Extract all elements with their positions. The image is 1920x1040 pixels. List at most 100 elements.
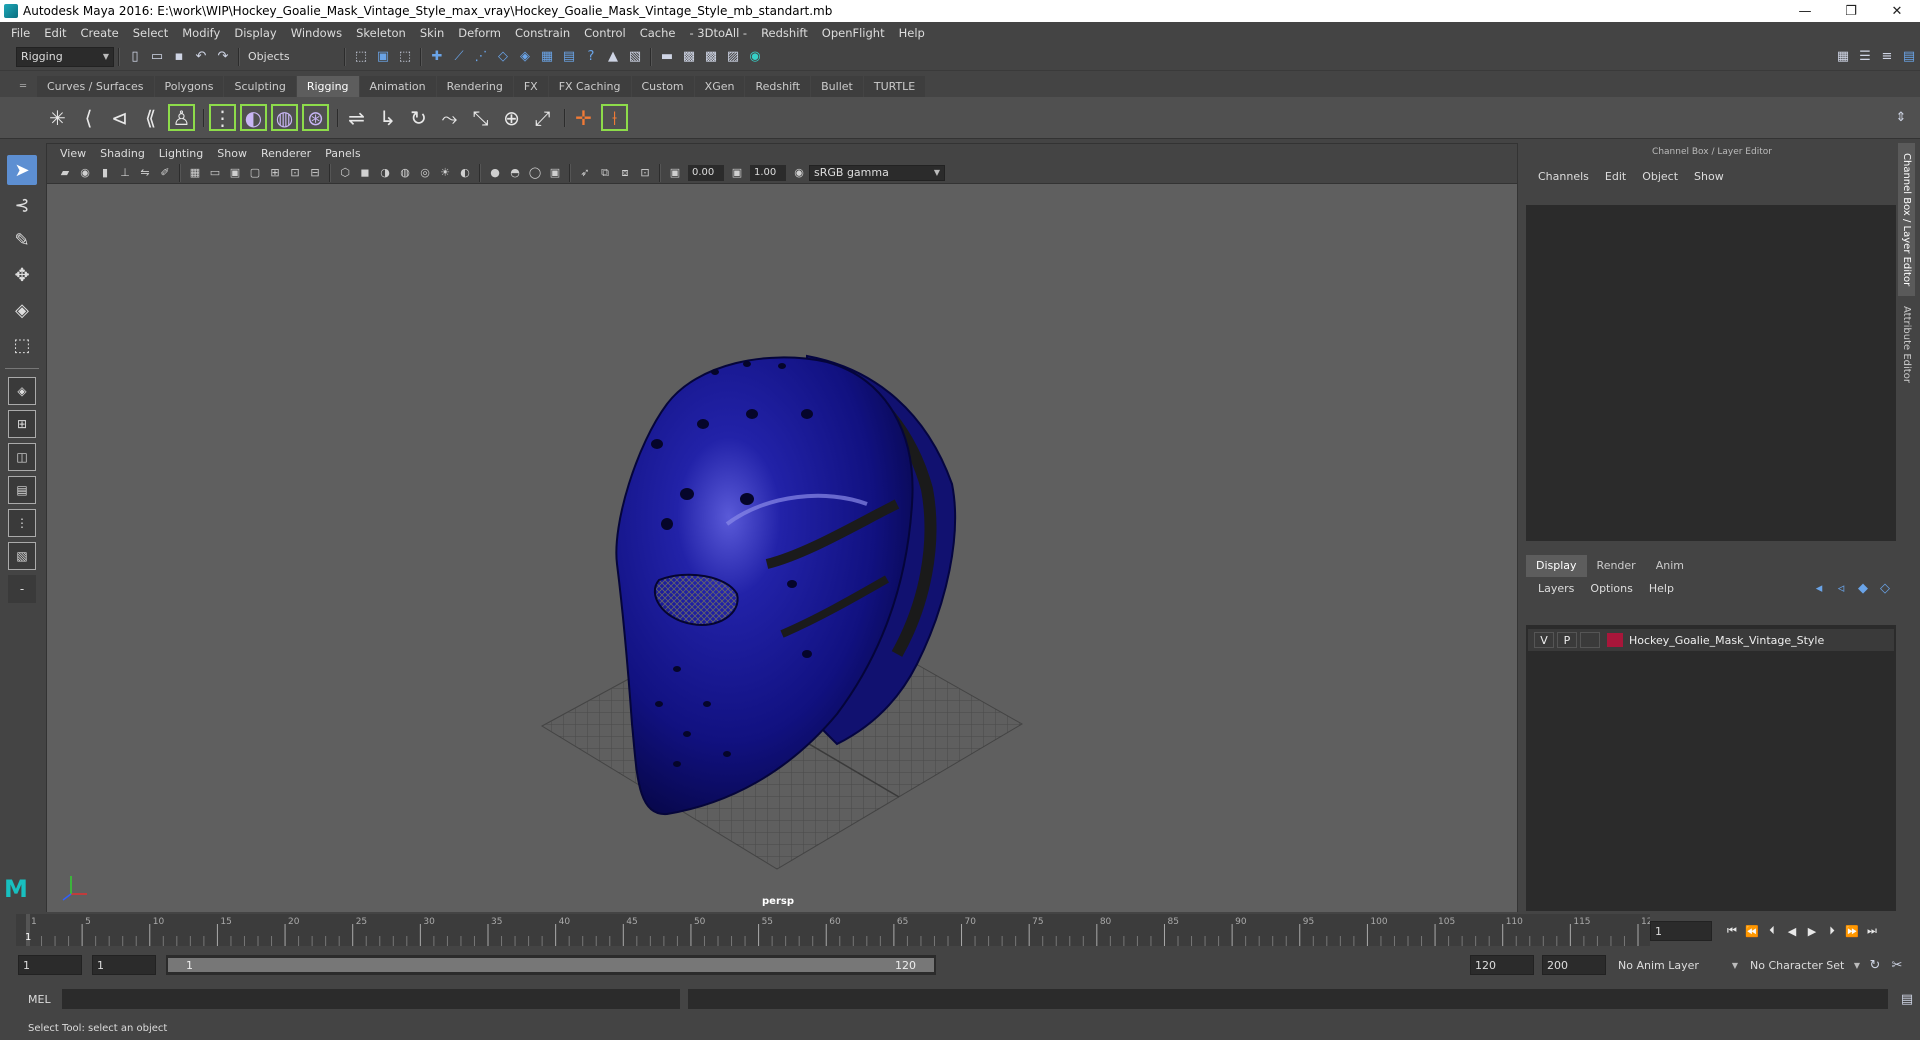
exposure-field[interactable]: 0.00 <box>688 164 724 181</box>
grid-icon[interactable]: ▦ <box>187 165 203 181</box>
menu-create[interactable]: Create <box>74 26 126 40</box>
tab-anim[interactable]: Anim <box>1646 555 1694 577</box>
menu-help[interactable]: Help <box>892 26 932 40</box>
side-tab-channel-box[interactable]: Channel Box / Layer Editor <box>1898 143 1915 297</box>
depth-of-field-icon[interactable]: ◯ <box>527 165 543 181</box>
gate-mask-icon[interactable]: ▢ <box>247 165 263 181</box>
layer-menu-layers[interactable]: Layers <box>1530 582 1582 595</box>
color-space-dropdown[interactable]: sRGB gamma ▼ <box>809 164 945 181</box>
layout-options-icon[interactable]: - <box>8 575 36 603</box>
hypershade-layout-icon[interactable]: ▧ <box>8 542 36 570</box>
gamma-field[interactable]: 1.00 <box>750 164 786 181</box>
new-layer-selected-icon[interactable]: ◇ <box>1876 579 1894 597</box>
current-frame-field[interactable]: 1 <box>1650 921 1712 941</box>
persp-graph-layout-icon[interactable]: ⋮ <box>8 509 36 537</box>
menu-modify[interactable]: Modify <box>175 26 227 40</box>
shelf-scroll-icon[interactable]: ⇕ <box>1892 109 1910 127</box>
joint-tool-icon[interactable]: ✳ <box>44 104 71 131</box>
safe-title-icon[interactable]: ⊟ <box>307 165 323 181</box>
menu-constrain[interactable]: Constrain <box>508 26 577 40</box>
scale-constraint-icon[interactable]: ⤡ <box>467 104 494 131</box>
menu-windows[interactable]: Windows <box>284 26 349 40</box>
menu-edit[interactable]: Edit <box>37 26 73 40</box>
auto-key-icon[interactable]: ↻ <box>1866 956 1884 974</box>
safe-action-icon[interactable]: ⊡ <box>287 165 303 181</box>
playback-end-field[interactable]: 120 <box>1470 955 1534 975</box>
pole-vector-icon[interactable]: ⊕ <box>498 104 525 131</box>
step-back-frame-icon[interactable]: ⏴ <box>1762 921 1782 941</box>
tab-rendering[interactable]: Rendering <box>436 76 513 97</box>
viewport-menu-lighting[interactable]: Lighting <box>152 147 210 160</box>
channel-box-area[interactable] <box>1526 205 1896 541</box>
viewport-menu-panels[interactable]: Panels <box>318 147 367 160</box>
menu-skeleton[interactable]: Skeleton <box>349 26 413 40</box>
side-by-side-layout-icon[interactable]: ◫ <box>8 443 36 471</box>
mirror-joint-icon[interactable]: ⟪ <box>137 104 164 131</box>
ipr-render-icon[interactable]: ▩ <box>702 48 720 66</box>
side-tab-attribute-editor[interactable]: Attribute Editor <box>1898 296 1915 393</box>
ik-handle-icon[interactable]: ⟨ <box>75 104 102 131</box>
bookmark-icon[interactable]: ▮ <box>97 165 113 181</box>
film-gate-icon[interactable]: ▭ <box>207 165 223 181</box>
animation-preferences-icon[interactable]: ✂ <box>1888 956 1906 974</box>
quick-rig-icon[interactable]: ♙ <box>168 104 195 131</box>
layer-display-type-toggle[interactable] <box>1580 632 1600 648</box>
anim-layer-dropdown[interactable]: No Anim Layer ▼ <box>1614 955 1742 975</box>
cb-menu-show[interactable]: Show <box>1686 170 1732 183</box>
select-component-icon[interactable]: ⬚ <box>396 48 414 66</box>
tab-animation[interactable]: Animation <box>359 76 436 97</box>
field-chart-icon[interactable]: ⊞ <box>267 165 283 181</box>
tab-custom[interactable]: Custom <box>631 76 694 97</box>
range-slider-handle[interactable] <box>168 958 934 972</box>
snap-bbox-icon[interactable]: ▦ <box>538 48 556 66</box>
layer-color-swatch[interactable] <box>1607 633 1623 647</box>
exposure-icon[interactable]: ▣ <box>667 165 683 181</box>
script-editor-icon[interactable]: ▤ <box>1898 990 1916 1008</box>
render-frame-icon[interactable]: ▩ <box>680 48 698 66</box>
snap-view-plane-icon[interactable]: ◇ <box>494 48 512 66</box>
go-to-end-icon[interactable]: ⏭ <box>1862 921 1882 941</box>
modeling-toolkit-icon[interactable]: ☰ <box>1856 48 1874 66</box>
cluster-icon[interactable]: ⊛ <box>302 104 329 131</box>
select-object-icon[interactable]: ▣ <box>374 48 392 66</box>
locator-icon[interactable]: ✛ <box>570 104 597 131</box>
new-scene-icon[interactable]: ▯ <box>126 48 144 66</box>
snap-bbox2-icon[interactable]: ▤ <box>560 48 578 66</box>
layer-row[interactable]: V P Hockey_Goalie_Mask_Vintage_Style <box>1528 629 1894 651</box>
new-layer-icon[interactable]: ◆ <box>1854 579 1872 597</box>
single-pane-layout-icon[interactable]: ◈ <box>8 377 36 405</box>
xray-icon[interactable]: ➶ <box>577 165 593 181</box>
lasso-tool-icon[interactable]: ⊰ <box>7 190 37 220</box>
input-output-icon[interactable]: ▧ <box>626 48 644 66</box>
character-set-dropdown[interactable]: No Character Set ▼ <box>1746 955 1864 975</box>
menu-display[interactable]: Display <box>227 26 283 40</box>
set-driven-key-icon[interactable]: ⟊ <box>601 104 628 131</box>
tangent-constraint-icon[interactable]: ⤢ <box>529 104 556 131</box>
image-plane-icon[interactable]: ⊥ <box>117 165 133 181</box>
tab-fx[interactable]: FX <box>513 76 548 97</box>
camera-icon[interactable]: ▰ <box>57 165 73 181</box>
layer-menu-options[interactable]: Options <box>1582 582 1640 595</box>
tab-redshift[interactable]: Redshift <box>745 76 811 97</box>
cb-menu-edit[interactable]: Edit <box>1597 170 1634 183</box>
rotate-tool-icon[interactable]: ◈ <box>7 295 37 325</box>
grease-pencil-icon[interactable]: ✐ <box>157 165 173 181</box>
cb-menu-channels[interactable]: Channels <box>1530 170 1597 183</box>
isolate-select-icon[interactable]: ▣ <box>547 165 563 181</box>
viewport-menu-view[interactable]: View <box>53 147 93 160</box>
smooth-shade-icon[interactable]: ◼ <box>357 165 373 181</box>
step-forward-frame-icon[interactable]: ⏵ <box>1822 921 1842 941</box>
tab-fx-caching[interactable]: FX Caching <box>548 76 631 97</box>
layer-menu-help[interactable]: Help <box>1641 582 1682 595</box>
selection-mode-dropdown[interactable]: Objects <box>244 46 340 67</box>
tab-turtle[interactable]: TURTLE <box>863 76 926 97</box>
tab-sculpting[interactable]: Sculpting <box>224 76 296 97</box>
range-slider[interactable]: 1 120 <box>166 955 936 975</box>
redo-icon[interactable]: ↷ <box>214 48 232 66</box>
play-forward-icon[interactable]: ▶ <box>1802 921 1822 941</box>
ambient-occlusion-icon[interactable]: ◐ <box>457 165 473 181</box>
snap-point-icon[interactable]: ⋰ <box>472 48 490 66</box>
minimize-button[interactable]: — <box>1782 0 1828 22</box>
workspace-icon[interactable]: ▦ <box>1834 48 1852 66</box>
snap-grid-icon[interactable]: ✚ <box>428 48 446 66</box>
